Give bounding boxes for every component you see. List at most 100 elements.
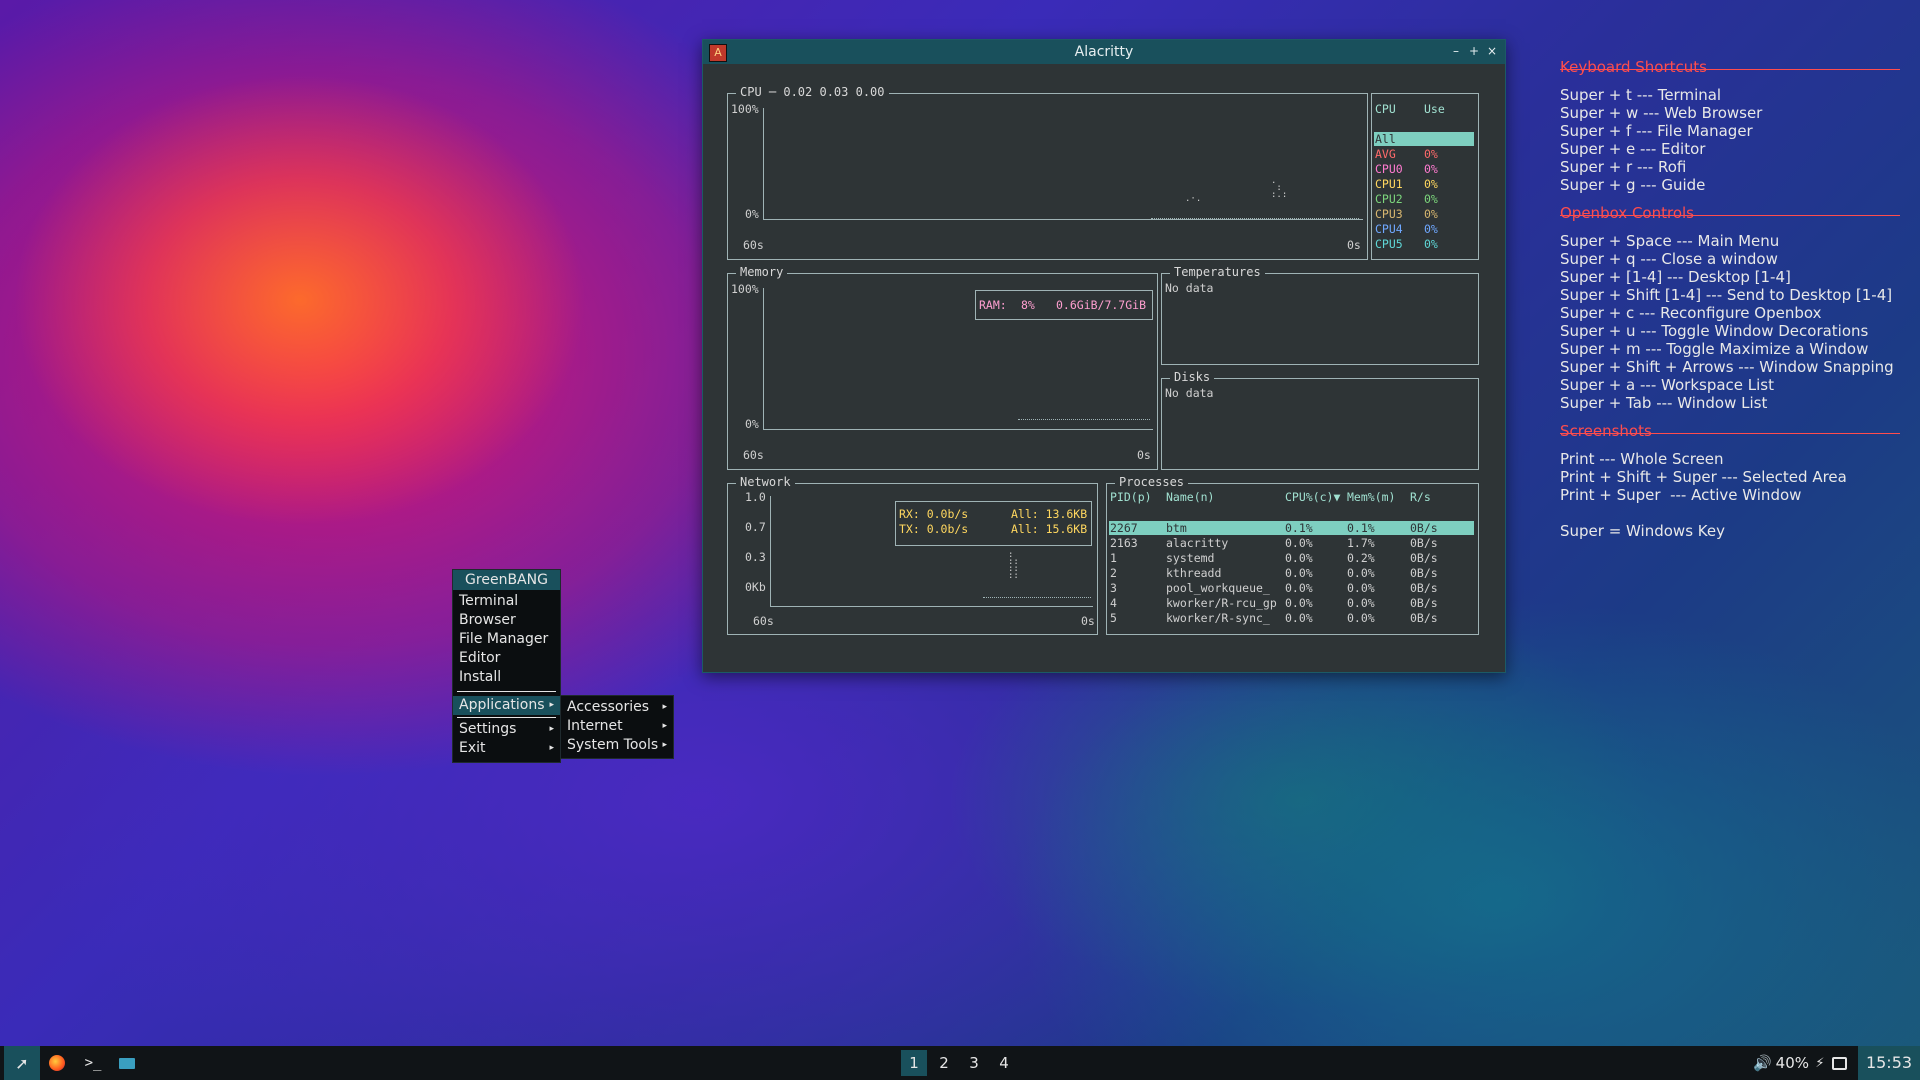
display-indicator[interactable] <box>1830 1046 1848 1080</box>
proc-name[interactable]: kworker/R-sync_ <box>1166 611 1270 625</box>
cpu-row-name[interactable]: AVG <box>1375 147 1396 161</box>
cpu-row-name[interactable]: CPU2 <box>1375 192 1403 206</box>
proc-pid[interactable]: 2 <box>1110 566 1117 580</box>
launcher-button[interactable]: ➚ <box>4 1046 40 1080</box>
menu-item-terminal[interactable]: Terminal <box>453 592 560 611</box>
disks-panel-title: Disks <box>1170 370 1215 384</box>
cpu-row-name[interactable]: CPU0 <box>1375 162 1403 176</box>
keyboard-shortcuts-title: Keyboard Shortcuts <box>1560 58 1707 76</box>
menu-item-applications[interactable]: Applications ▸ <box>453 696 560 715</box>
workspace-3[interactable]: 3 <box>961 1050 987 1076</box>
proc-name[interactable]: systemd <box>1166 551 1214 565</box>
proc-rs[interactable]: 0B/s <box>1410 521 1438 535</box>
proc-pid[interactable]: 2163 <box>1110 536 1138 550</box>
proc-rs[interactable]: 0B/s <box>1410 551 1438 565</box>
minimize-button[interactable]: – <box>1453 44 1459 58</box>
proc-header-name[interactable]: Name(n) <box>1166 490 1214 504</box>
proc-name[interactable]: alacritty <box>1166 536 1228 550</box>
proc-rs[interactable]: 0B/s <box>1410 611 1438 625</box>
proc-name[interactable]: btm <box>1166 521 1187 535</box>
submenu-item-system-tools[interactable]: System Tools ▸ <box>561 736 673 755</box>
proc-mem[interactable]: 0.0% <box>1347 596 1375 610</box>
memory-y-axis <box>763 288 764 429</box>
shortcut-line: Super + u --- Toggle Window Decorations <box>1560 322 1869 340</box>
shortcut-line: Print + Shift + Super --- Selected Area <box>1560 468 1847 486</box>
terminal-launcher[interactable]: >_ <box>78 1046 108 1080</box>
proc-cpu[interactable]: 0.0% <box>1285 566 1313 580</box>
disks-panel[interactable]: Disks No data <box>1161 370 1479 470</box>
cpu-row-name[interactable]: CPU3 <box>1375 207 1403 221</box>
menu-item-install[interactable]: Install <box>453 668 560 687</box>
submenu-item-accessories[interactable]: Accessories ▸ <box>561 698 673 717</box>
cpu-row-name[interactable]: CPU5 <box>1375 237 1403 251</box>
proc-cpu[interactable]: 0.0% <box>1285 551 1313 565</box>
network-panel[interactable]: Network 1.0 0.7 0.3 0Kb : :: :: :: RX: 0… <box>727 475 1098 635</box>
screen-icon <box>1831 1056 1847 1070</box>
alacritty-window[interactable]: A Alacritty – + × CPU ─ 0.02 0.03 0.00 1… <box>702 39 1506 673</box>
battery-indicator[interactable]: ⚡ <box>1812 1046 1828 1080</box>
proc-header-rs[interactable]: R/s <box>1410 490 1431 504</box>
battery-charging-icon: ⚡ <box>1815 1055 1825 1071</box>
proc-mem[interactable]: 1.7% <box>1347 536 1375 550</box>
proc-rs[interactable]: 0B/s <box>1410 566 1438 580</box>
proc-rs[interactable]: 0B/s <box>1410 536 1438 550</box>
proc-mem[interactable]: 0.0% <box>1347 566 1375 580</box>
menu-item-settings[interactable]: Settings ▸ <box>453 720 560 739</box>
cpu-row-name[interactable]: All <box>1375 132 1396 146</box>
proc-header-pid[interactable]: PID(p) <box>1110 490 1152 504</box>
firefox-launcher[interactable] <box>42 1046 72 1080</box>
proc-cpu[interactable]: 0.0% <box>1285 596 1313 610</box>
proc-rs[interactable]: 0B/s <box>1410 596 1438 610</box>
proc-mem[interactable]: 0.0% <box>1347 581 1375 595</box>
maximize-button[interactable]: + <box>1469 44 1479 58</box>
proc-name[interactable]: pool_workqueue_ <box>1166 581 1270 595</box>
proc-pid[interactable]: 2267 <box>1110 521 1138 535</box>
proc-cpu[interactable]: 0.0% <box>1285 611 1313 625</box>
shortcut-line: Super + [1-4] --- Desktop [1-4] <box>1560 268 1791 286</box>
processes-panel[interactable]: Processes PID(p) Name(n) CPU%(c)▼ Mem%(m… <box>1106 475 1479 635</box>
submenu-item-internet[interactable]: Internet ▸ <box>561 717 673 736</box>
cpu-list-panel[interactable]: CPU Use All AVG 0% CPU0 0% CPU1 0% CPU2 … <box>1371 93 1479 260</box>
menu-item-editor[interactable]: Editor <box>453 649 560 668</box>
file-manager-launcher[interactable] <box>112 1046 142 1080</box>
cpu-row-name[interactable]: CPU4 <box>1375 222 1403 236</box>
submenu-arrow-icon: ▸ <box>662 740 667 750</box>
volume-icon: 🔊 <box>1752 1054 1772 1072</box>
cpu-row-use: 0% <box>1424 237 1438 251</box>
proc-name[interactable]: kthreadd <box>1166 566 1221 580</box>
proc-rs[interactable]: 0B/s <box>1410 581 1438 595</box>
network-graph-line <box>983 597 1091 598</box>
proc-mem[interactable]: 0.0% <box>1347 611 1375 625</box>
proc-mem[interactable]: 0.1% <box>1347 521 1375 535</box>
proc-header-mem[interactable]: Mem%(m) <box>1347 490 1395 504</box>
proc-pid[interactable]: 1 <box>1110 551 1117 565</box>
menu-item-browser[interactable]: Browser <box>453 611 560 630</box>
memory-panel[interactable]: Memory 100% 0% RAM: 8% 0.6GiB/7.7GiB 60s… <box>727 265 1158 470</box>
volume-indicator[interactable]: 🔊 40% <box>1746 1046 1816 1080</box>
menu-item-file-manager[interactable]: File Manager <box>453 630 560 649</box>
close-button[interactable]: × <box>1487 44 1497 58</box>
proc-cpu[interactable]: 0.1% <box>1285 521 1313 535</box>
proc-pid[interactable]: 4 <box>1110 596 1117 610</box>
clock[interactable]: 15:53 <box>1858 1046 1920 1080</box>
workspace-4[interactable]: 4 <box>991 1050 1017 1076</box>
cpu-panel[interactable]: CPU ─ 0.02 0.03 0.00 100% 0% .·. . : :.:… <box>727 85 1368 260</box>
proc-pid[interactable]: 3 <box>1110 581 1117 595</box>
applications-submenu[interactable]: Accessories ▸ Internet ▸ System Tools ▸ <box>560 695 674 759</box>
proc-header-cpu[interactable]: CPU%(c)▼ <box>1285 490 1340 504</box>
cpu-row-name[interactable]: CPU1 <box>1375 177 1403 191</box>
root-menu[interactable]: GreenBANG Terminal Browser File Manager … <box>452 569 561 763</box>
shortcut-line: Super + Shift [1-4] --- Send to Desktop … <box>1560 286 1893 304</box>
window-titlebar[interactable]: A Alacritty – + × <box>703 40 1505 64</box>
menu-item-exit[interactable]: Exit ▸ <box>453 739 560 758</box>
proc-name[interactable]: kworker/R-rcu_gp <box>1166 596 1277 610</box>
proc-mem[interactable]: 0.2% <box>1347 551 1375 565</box>
workspace-1[interactable]: 1 <box>901 1050 927 1076</box>
proc-cpu[interactable]: 0.0% <box>1285 581 1313 595</box>
proc-cpu[interactable]: 0.0% <box>1285 536 1313 550</box>
temperatures-panel[interactable]: Temperatures No data <box>1161 265 1479 365</box>
cpu-row-use: 0% <box>1424 192 1438 206</box>
shortcut-line: Super + Shift + Arrows --- Window Snappi… <box>1560 358 1894 376</box>
workspace-2[interactable]: 2 <box>931 1050 957 1076</box>
proc-pid[interactable]: 5 <box>1110 611 1117 625</box>
